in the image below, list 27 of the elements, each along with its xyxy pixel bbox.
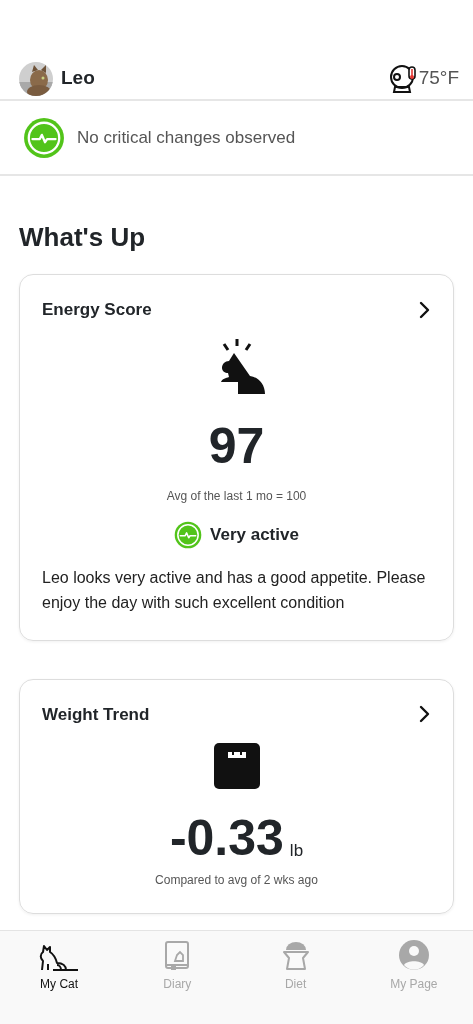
cat-icon <box>39 943 80 971</box>
status-icon <box>23 116 65 159</box>
pet-name: Leo <box>61 66 95 91</box>
thermometer-device-icon <box>388 64 419 93</box>
weight-unit: lb <box>289 839 304 862</box>
rating-text: Very active <box>210 523 299 546</box>
score-caption: Avg of the last 1 mo = 100 <box>166 487 307 505</box>
tab-button[interactable]: My Cat <box>0 931 119 993</box>
scale-icon <box>213 743 260 790</box>
chevron-right-icon[interactable] <box>419 300 431 319</box>
tab-button[interactable]: Diet <box>236 931 355 993</box>
section-title: What's Up <box>19 221 147 254</box>
weight-caption: Compared to avg of 2 wks ago <box>155 872 318 890</box>
rating-icon <box>174 520 203 549</box>
temperature: 75°F <box>418 66 459 91</box>
chevron-right-icon[interactable] <box>419 705 431 724</box>
card-title: Weight Trend <box>42 703 150 726</box>
book-icon <box>164 941 191 971</box>
card-title: Energy Score <box>42 299 152 321</box>
card-description: Leo looks very active and has a good appetite. Please enjoy the day with such excellent condition <box>42 567 427 614</box>
weight-value: -0.33 <box>169 813 284 864</box>
tab-button[interactable]: My Page <box>354 931 473 993</box>
food-bowl-icon <box>281 941 310 971</box>
profile-icon <box>397 939 430 971</box>
score-value: 97 <box>208 420 265 471</box>
tab-button[interactable]: Diary <box>118 931 237 993</box>
status-text: No critical changes observed <box>77 126 296 149</box>
